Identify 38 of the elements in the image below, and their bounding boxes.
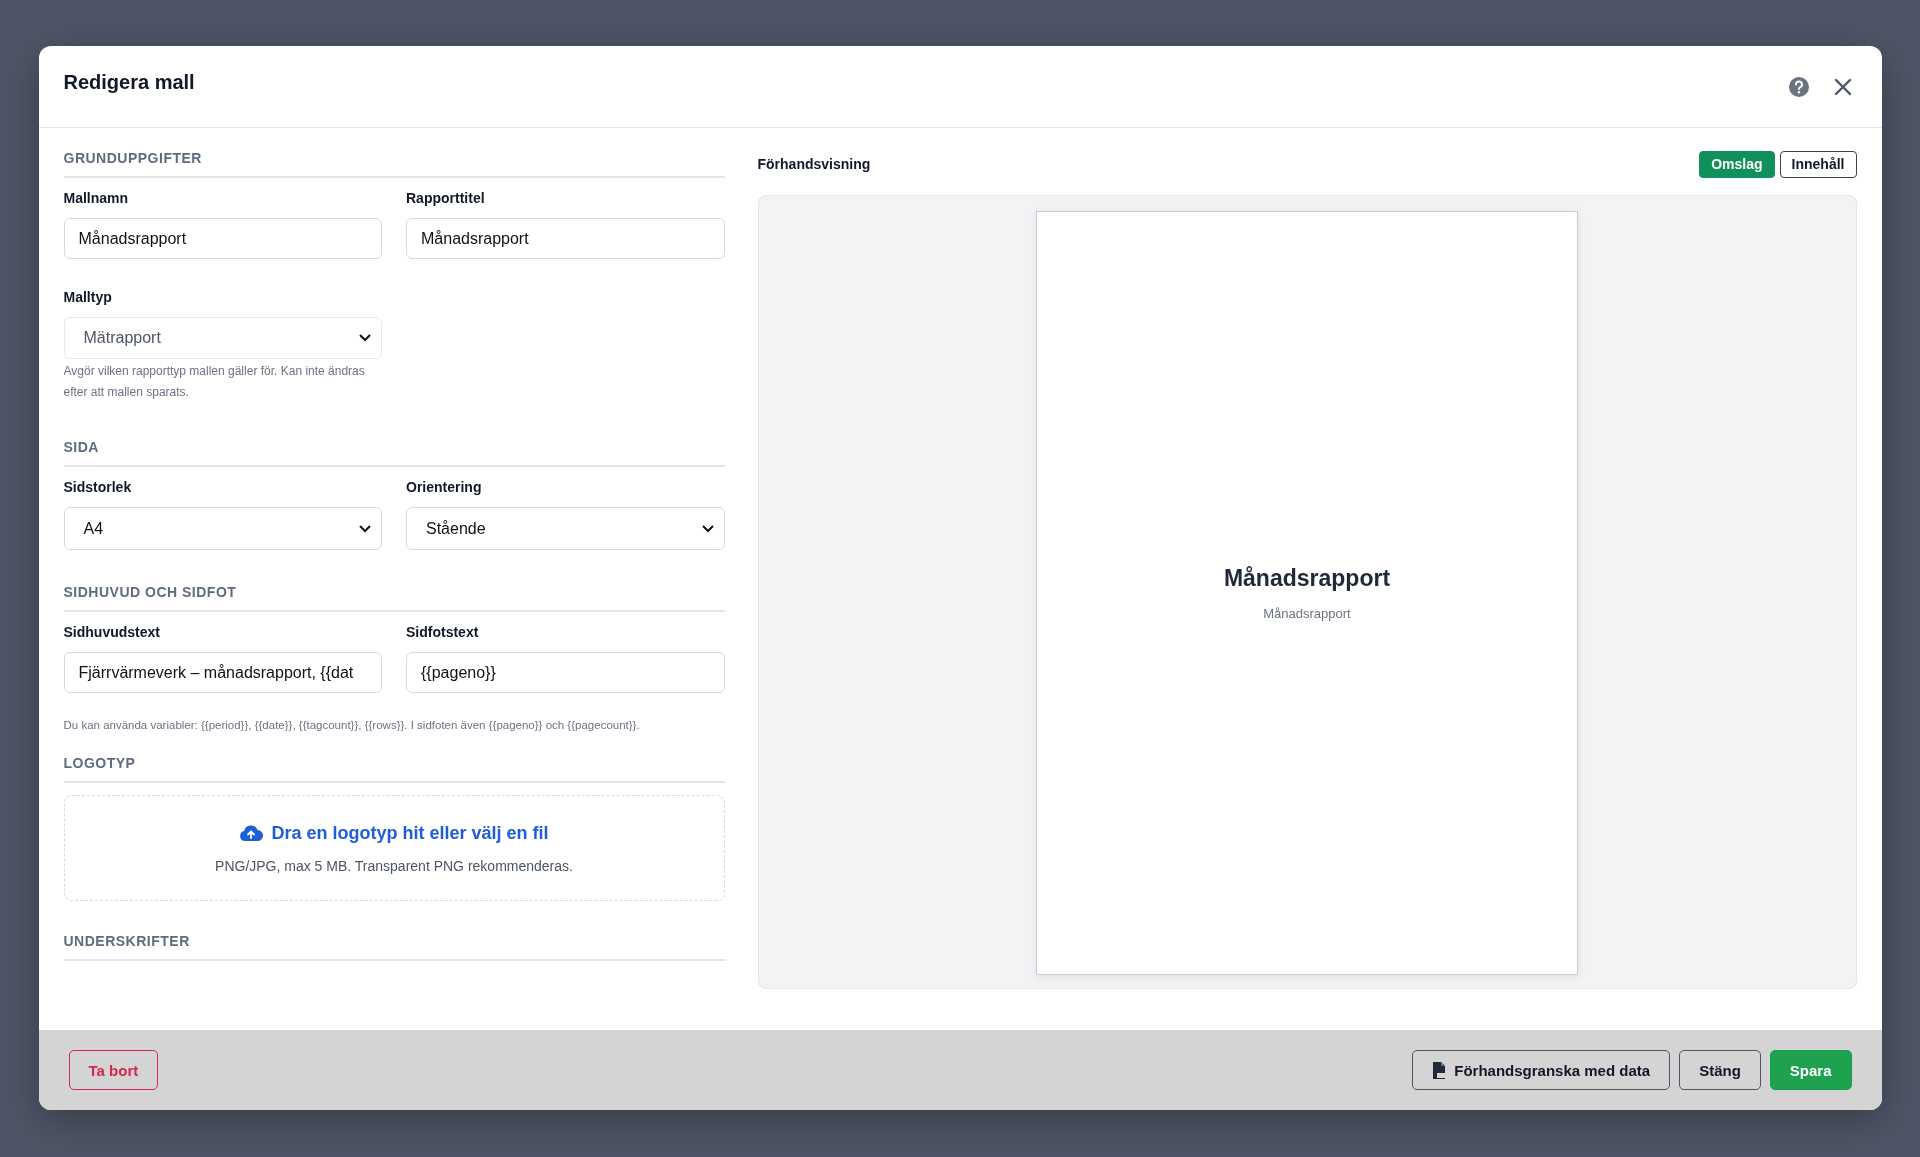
help-icon[interactable] [1787, 75, 1810, 98]
field-label: Mallnamn [63, 190, 130, 206]
section-heading: GRUNDUPPGIFTER [63, 150, 725, 178]
text-field[interactable]: Månadsrapport [406, 218, 725, 259]
preview-label: Förhandsvisning [757, 156, 871, 172]
field-label: Rapporttitel [406, 190, 486, 206]
field-label: Sidstorlek [63, 479, 133, 495]
text-field[interactable]: Fjärrvärmeverk – månadsrapport, {{dat [63, 652, 382, 693]
section-heading: LOGOTYP [63, 755, 725, 783]
footer-button[interactable]: Förhandsgranska med data [1412, 1050, 1671, 1090]
field-label: Orientering [406, 479, 483, 495]
dialog-title: Redigera mall [63, 71, 195, 94]
select-field[interactable]: Stående [406, 507, 725, 550]
section-heading: SIDHUVUD OCH SIDFOT [63, 584, 725, 612]
chevron-icon [701, 524, 714, 533]
close-icon[interactable] [1833, 77, 1852, 96]
select-field[interactable]: A4 [63, 507, 382, 550]
text-field[interactable]: {{pageno}} [406, 652, 725, 693]
upload-dropzone[interactable]: Dra en logotyp hit eller välj en fil PNG/JPG, max 5 MB. Transparent PNG rekommenderas. [63, 795, 725, 901]
field-label: Malltyp [63, 289, 113, 305]
upload-hint: PNG/JPG, max 5 MB. Transparent PNG rekommenderas. [215, 857, 573, 874]
preview-tab[interactable]: Innehåll [1779, 150, 1857, 178]
upload-link[interactable]: Dra en logotyp hit eller välj en fil [239, 822, 549, 844]
section-heading: SIDA [63, 439, 725, 467]
section-heading: UNDERSKRIFTER [63, 933, 725, 961]
help-text: Avgör vilken rapporttyp mallen gäller för. Kan inte ändras efter att mallen sparats. [63, 363, 366, 401]
footer-button[interactable]: Stäng [1679, 1050, 1761, 1090]
pdf-file-icon [1432, 1061, 1447, 1079]
page-title: Månadsrapport [1223, 565, 1391, 592]
text-field[interactable]: Månadsrapport [63, 218, 382, 259]
preview-tab[interactable]: Omslag [1699, 150, 1775, 178]
field-label: Sidhuvudstext [63, 624, 161, 640]
page-subtitle: Månadsrapport [1263, 606, 1351, 621]
cloud-upload-icon [239, 824, 264, 842]
chevron-icon [359, 334, 371, 342]
field-label: Sidfotstext [406, 624, 480, 640]
help-text: Du kan använda variabler: {{period}}, {{date}}, {{tagcount}}, {{rows}}. I sidfoten även {{pageno}} och {{pagecount}}. [63, 719, 641, 731]
chevron-icon [359, 524, 371, 533]
